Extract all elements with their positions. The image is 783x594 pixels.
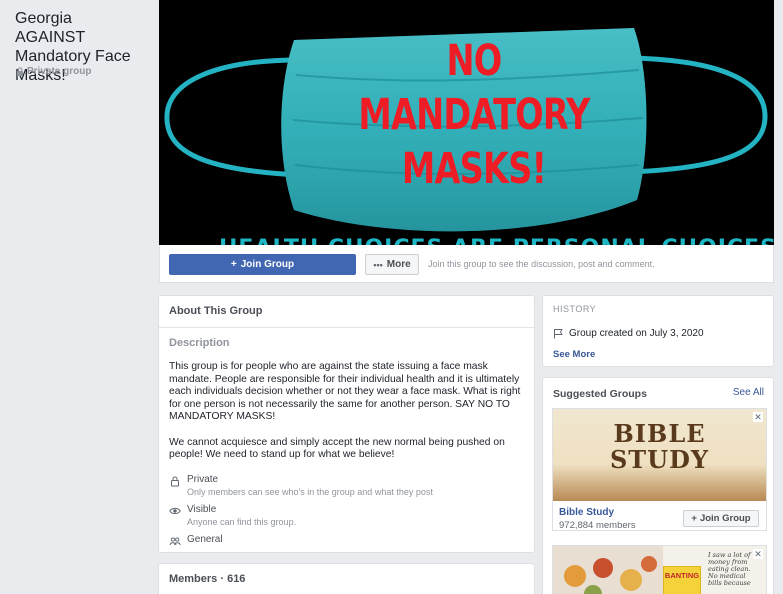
history-created-row: Group created on July 3, 2020 (553, 328, 704, 339)
history-card: HISTORY Group created on July 3, 2020 Se… (542, 295, 774, 367)
cover-bottom-text: HEALTH CHOICES ARE PERSONAL CHOICES (219, 236, 774, 245)
suggested-group-card[interactable]: BIBLE STUDY ✕ Bible Study 972,884 member… (552, 408, 767, 531)
banting-book: BANTING (663, 566, 701, 594)
lock-icon (171, 476, 179, 487)
group-created-text: Group created on July 3, 2020 (569, 328, 704, 339)
description-text: This group is for people who are against… (169, 361, 521, 461)
about-title: About This Group (159, 296, 534, 328)
people-icon (169, 537, 181, 546)
join-hint-text: Join this group to see the discussion, p… (428, 259, 655, 269)
cover-photo: NO MANDATORY MASKS! HEALTH CHOICES ARE P… (159, 0, 774, 245)
lock-icon (17, 67, 23, 76)
close-icon[interactable]: ✕ (753, 412, 763, 422)
privacy-label: Private group (16, 66, 91, 77)
cover-headline-line-3: MASKS! (401, 144, 547, 194)
suggested-groups-title: Suggested Groups (553, 388, 647, 400)
suggested-group-card[interactable]: BANTING I saw a lot of money from eating… (552, 545, 767, 594)
visible-title: Visible (187, 504, 217, 515)
bible-study-image-line-2: STUDY (609, 445, 710, 474)
members-title[interactable]: Members · 616 (169, 573, 245, 585)
more-button[interactable]: ••• More (365, 254, 419, 275)
privacy-text: Private group (27, 66, 92, 77)
see-all-link[interactable]: See All (733, 387, 764, 398)
private-info: Private Only members can see who's in th… (169, 474, 433, 498)
plus-icon: + (691, 513, 697, 524)
cover-headline-line-1: NO (446, 36, 502, 86)
bible-study-image-text: BIBLE STUDY (553, 421, 766, 473)
plus-icon: + (230, 259, 237, 270)
suggested-group-name[interactable]: Bible Study (559, 507, 614, 518)
visible-subtitle: Anyone can find this group. (187, 517, 297, 527)
see-more-link[interactable]: See More (553, 349, 595, 360)
suggested-join-button[interactable]: + Join Group (683, 510, 759, 527)
join-group-label: Join Group (240, 259, 295, 270)
left-sidebar: Georgia AGAINST Mandatory Face Masks! Pr… (0, 0, 148, 594)
description-label: Description (169, 337, 230, 349)
group-action-bar: + Join Group ••• More Join this group to… (159, 245, 774, 283)
bible-study-image-line-1: BIBLE (613, 419, 706, 448)
bible-study-image: BIBLE STUDY ✕ (553, 409, 766, 501)
category-info: General (169, 534, 223, 547)
members-card: Members · 616 (158, 563, 535, 594)
flag-icon (554, 329, 563, 339)
suggested-groups-card: Suggested Groups See All BIBLE STUDY ✕ B… (542, 377, 774, 594)
ellipsis-icon: ••• (373, 259, 383, 270)
suggested-group-image: BANTING I saw a lot of money from eating… (553, 546, 766, 594)
cover-headline-line-2: MANDATORY (358, 90, 590, 140)
join-group-button[interactable]: + Join Group (169, 254, 356, 275)
food-photo (553, 546, 663, 594)
close-icon[interactable]: ✕ (753, 549, 763, 559)
private-subtitle: Only members can see who's in the group … (187, 487, 433, 497)
suggested-group-members: 972,884 members (559, 520, 636, 531)
cover-headline: NO MANDATORY MASKS! (357, 34, 591, 196)
suggested-join-label: Join Group (699, 513, 751, 524)
about-card: About This Group Description This group … (158, 295, 535, 553)
handwritten-note: I saw a lot of money from eating clean. … (708, 551, 751, 587)
private-title: Private (187, 474, 219, 485)
eye-icon (169, 507, 181, 515)
category-title: General (187, 534, 223, 545)
visible-info: Visible Anyone can find this group. (169, 504, 296, 528)
history-label: HISTORY (553, 304, 597, 314)
more-label: More (386, 259, 411, 270)
